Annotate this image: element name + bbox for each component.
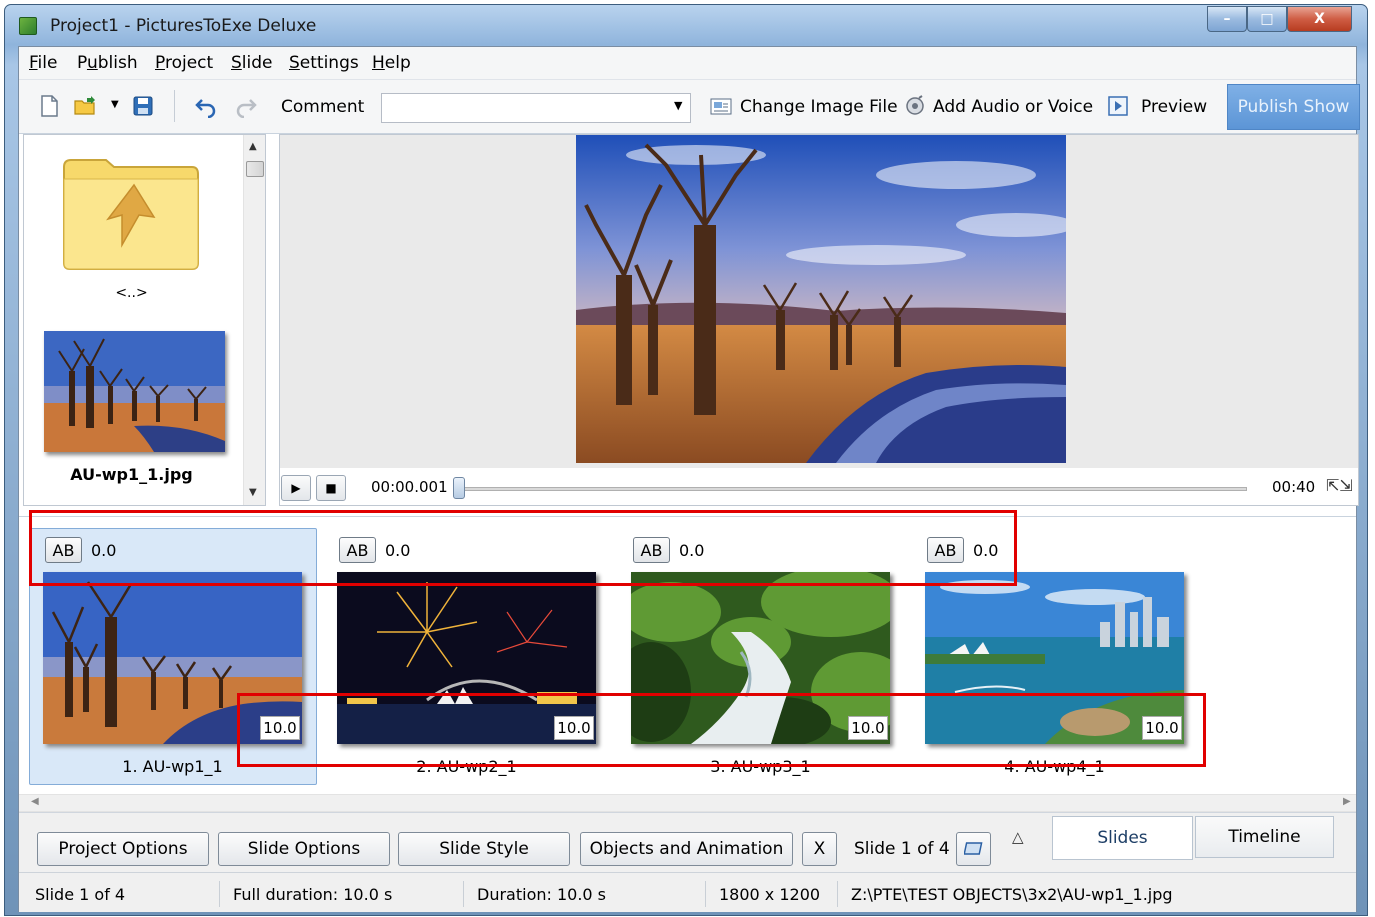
toolbar: ▼ Comment ▼ Change Image File Add Audio … [19, 80, 1360, 134]
status-separator [463, 881, 464, 907]
preview-image [576, 135, 1066, 463]
scroll-up-icon[interactable]: ▲ [249, 141, 257, 152]
status-separator [705, 881, 706, 907]
comment-dropdown[interactable] [381, 93, 691, 123]
maximize-button[interactable]: □ [1247, 6, 1287, 32]
fullscreen-icon[interactable]: ⇱⇲ [1326, 476, 1353, 495]
client-area: File Publish Project Slide Settings Help… [18, 46, 1360, 912]
status-duration: Duration: 10.0 s [477, 885, 607, 904]
preview-icon[interactable] [1106, 94, 1130, 118]
close-button[interactable]: X [1287, 6, 1352, 32]
scroll-thumb[interactable] [246, 161, 264, 177]
status-path: Z:\PTE\TEST OBJECTS\3x2\AU-wp1_1.jpg [851, 885, 1173, 904]
browser-scrollbar[interactable]: ▲ ▼ [243, 135, 265, 505]
parent-folder-icon[interactable] [62, 157, 200, 271]
menu-publish[interactable]: Publish [77, 53, 138, 73]
status-separator [219, 881, 220, 907]
status-separator [837, 881, 838, 907]
change-image-label[interactable]: Change Image File [740, 97, 898, 117]
tab-slides[interactable]: Slides [1052, 816, 1193, 860]
open-folder-icon[interactable] [73, 94, 97, 118]
redo-icon[interactable] [234, 94, 258, 118]
strip-scrollbar[interactable]: ◀ ▶ [19, 794, 1356, 812]
slide-strip: AB 0.0 10.0 1. AU-wp1_1 AB 0.0 10.0 2. A… [19, 510, 1356, 796]
player-controls: ▶ ■ 00:00.001 00:40 ⇱⇲ [280, 468, 1358, 505]
menu-help[interactable]: Help [372, 53, 411, 73]
status-resolution: 1800 x 1200 [719, 885, 821, 904]
open-dropdown-icon[interactable]: ▼ [111, 99, 119, 110]
new-file-icon[interactable] [37, 94, 61, 118]
menu-project[interactable]: Project [155, 53, 213, 73]
scroll-down-icon[interactable]: ▼ [249, 487, 257, 498]
publish-show-button[interactable]: Publish Show [1227, 84, 1360, 130]
status-slide: Slide 1 of 4 [35, 885, 126, 904]
minimize-button[interactable]: – [1207, 6, 1247, 32]
tab-timeline[interactable]: Timeline [1195, 816, 1334, 858]
total-time: 00:40 [1272, 478, 1316, 496]
audio-icon[interactable] [903, 94, 927, 118]
objects-animation-button[interactable]: Objects and Animation [580, 832, 793, 866]
collapse-icon[interactable]: △ [1012, 828, 1024, 846]
comment-label: Comment [281, 97, 365, 117]
highlight-box-durations [237, 693, 1206, 767]
slide-list-button[interactable] [956, 832, 991, 866]
seek-bar[interactable] [456, 487, 1247, 491]
scroll-left-icon[interactable]: ◀ [31, 796, 39, 807]
file-thumbnail[interactable] [44, 331, 225, 452]
seek-thumb[interactable] [453, 477, 465, 499]
preview-label[interactable]: Preview [1141, 97, 1207, 117]
add-audio-label[interactable]: Add Audio or Voice [933, 97, 1093, 117]
application-window: Project1 - PicturesToExe Deluxe – □ X Fi… [4, 4, 1368, 916]
app-icon [19, 17, 37, 35]
project-options-button[interactable]: Project Options [37, 832, 209, 866]
current-time: 00:00.001 [371, 478, 448, 496]
menu-bar: File Publish Project Slide Settings Help [19, 47, 1356, 80]
preview-panel: ▶ ■ 00:00.001 00:40 ⇱⇲ [279, 134, 1359, 506]
toolbar-separator [174, 90, 175, 122]
file-browser: <..> AU-wp1_1.jpg ▲ ▼ [23, 134, 266, 506]
slide-counter: Slide 1 of 4 [854, 839, 950, 859]
parent-folder-label[interactable]: <..> [24, 285, 239, 301]
save-icon[interactable] [131, 94, 155, 118]
menu-slide[interactable]: Slide [231, 53, 273, 73]
scroll-right-icon[interactable]: ▶ [1343, 796, 1351, 807]
file-name-label[interactable]: AU-wp1_1.jpg [24, 465, 239, 484]
change-image-icon[interactable] [709, 94, 733, 118]
slide-style-button[interactable]: Slide Style [398, 832, 570, 866]
play-icon: ▶ [291, 481, 301, 495]
stop-button[interactable]: ■ [316, 475, 346, 501]
title-bar[interactable]: Project1 - PicturesToExe Deluxe – □ X [5, 5, 1367, 45]
play-button[interactable]: ▶ [281, 475, 311, 501]
menu-settings[interactable]: Settings [289, 53, 359, 73]
stop-icon: ■ [325, 481, 337, 495]
bottom-button-bar: Project Options Slide Options Slide Styl… [19, 812, 1356, 872]
undo-icon[interactable] [194, 94, 218, 118]
slides-icon [963, 842, 982, 855]
slide-options-button[interactable]: Slide Options [218, 832, 390, 866]
status-full-duration: Full duration: 10.0 s [233, 885, 393, 904]
chevron-down-icon[interactable]: ▼ [674, 99, 682, 112]
menu-file[interactable]: File [29, 53, 57, 73]
x-button[interactable]: X [802, 832, 837, 866]
window-title: Project1 - PicturesToExe Deluxe [50, 16, 317, 36]
highlight-box-transitions [29, 510, 1017, 586]
status-bar: Slide 1 of 4 Full duration: 10.0 s Durat… [19, 872, 1356, 912]
